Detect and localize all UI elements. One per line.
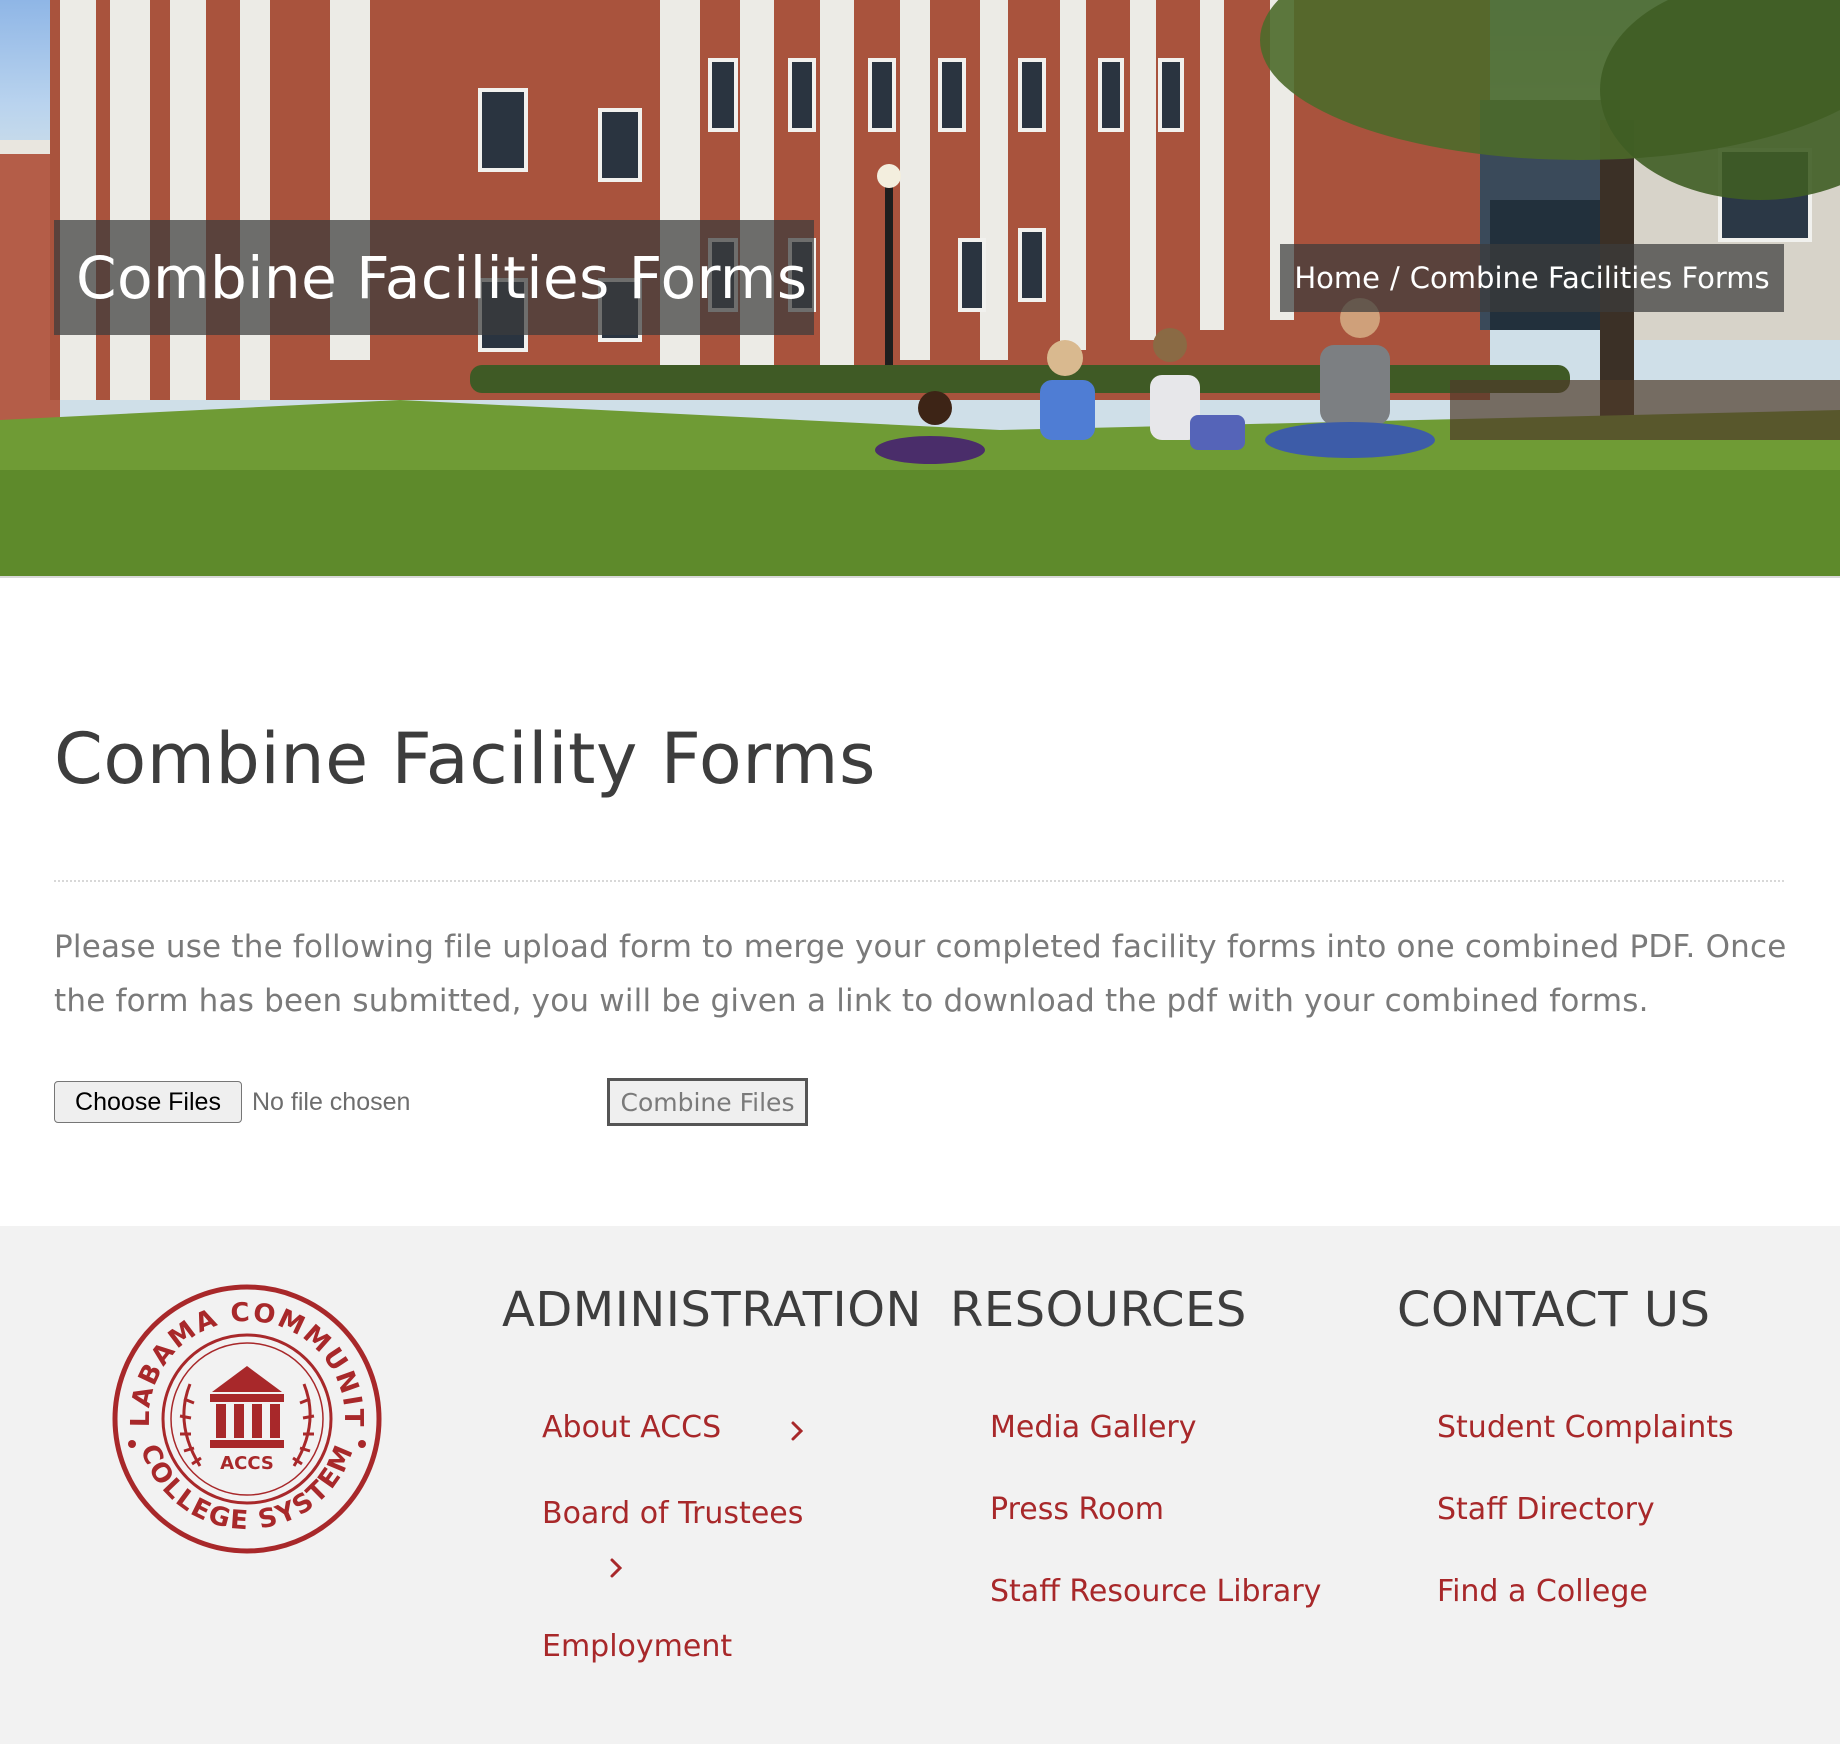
site-footer: ALABAMA COMMUNITY COLLEGE SYSTEM ACCS AD…	[0, 1226, 1840, 1744]
breadcrumb-home-link[interactable]: Home	[1294, 261, 1380, 295]
building-columns-icon	[210, 1366, 284, 1448]
staff-directory-link[interactable]: Staff Directory	[1437, 1492, 1655, 1527]
media-gallery-link[interactable]: Media Gallery	[990, 1410, 1196, 1445]
choose-files-button[interactable]: Choose Files	[54, 1081, 242, 1123]
hero-title: Combine Facilities Forms	[76, 243, 808, 312]
section-divider	[54, 880, 1784, 882]
breadcrumb: Home / Combine Facilities Forms	[1280, 244, 1784, 312]
hero-banner: Combine Facilities Forms Home / Combine …	[0, 0, 1840, 578]
breadcrumb-current: Combine Facilities Forms	[1409, 261, 1770, 295]
about-accs-link[interactable]: About ACCS	[542, 1410, 721, 1445]
contact-us-heading: CONTACT US	[1397, 1282, 1711, 1338]
file-input: Choose Files No file chosen	[54, 1080, 410, 1124]
intro-text: Please use the following file upload for…	[54, 929, 1787, 1019]
find-a-college-link[interactable]: Find a College	[1437, 1574, 1648, 1609]
staff-resource-library-link[interactable]: Staff Resource Library	[990, 1574, 1321, 1609]
svg-text:ACCS: ACCS	[220, 1453, 274, 1474]
student-complaints-link[interactable]: Student Complaints	[1437, 1410, 1734, 1445]
resources-heading: RESOURCES	[950, 1282, 1247, 1338]
employment-link[interactable]: Employment	[542, 1629, 732, 1664]
board-of-trustees-link[interactable]: Board of Trustees	[542, 1496, 803, 1531]
administration-heading: ADMINISTRATION	[502, 1282, 922, 1338]
chevron-right-icon[interactable]	[782, 1416, 812, 1446]
chevron-right-icon[interactable]	[601, 1553, 631, 1583]
breadcrumb-separator: /	[1390, 261, 1400, 295]
hero-title-box: Combine Facilities Forms	[54, 220, 814, 335]
file-status-text: No file chosen	[252, 1087, 411, 1116]
combine-files-button[interactable]: Combine Files	[607, 1078, 808, 1126]
press-room-link[interactable]: Press Room	[990, 1492, 1164, 1527]
accs-seal-logo[interactable]: ALABAMA COMMUNITY COLLEGE SYSTEM ACCS	[112, 1284, 382, 1554]
page-title: Combine Facility Forms	[54, 718, 876, 800]
